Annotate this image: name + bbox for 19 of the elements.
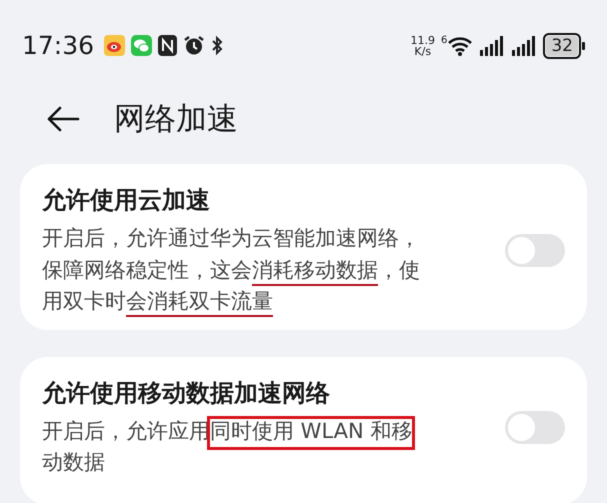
toggle-switch[interactable] xyxy=(505,411,565,444)
nfc-icon xyxy=(158,35,178,56)
battery-indicator: 32 xyxy=(543,32,581,58)
setting-title: 允许使用移动数据加速网络 xyxy=(42,378,331,408)
clock-time: 17:36 xyxy=(22,31,94,60)
battery-tip-icon xyxy=(582,42,585,50)
toggle-switch[interactable] xyxy=(505,234,565,268)
signal-icon xyxy=(479,36,506,56)
setting-description: 开启后，允许通过华为云智能加速网络，保障网络稳定性，这会消耗移动数据，使用双卡时会消耗双卡流量 xyxy=(42,223,426,318)
page-title: 网络加速 xyxy=(114,100,238,139)
network-speed: 11.9 K/s xyxy=(410,34,435,56)
setting-title: 允许使用云加速 xyxy=(42,185,211,216)
alarm-icon xyxy=(183,35,206,56)
bluetooth-icon xyxy=(211,35,224,56)
wifi-generation: 6 xyxy=(440,36,448,46)
chat-app-icon xyxy=(131,35,152,56)
signal-icon xyxy=(511,36,538,56)
wifi-icon xyxy=(447,36,474,56)
eye-app-icon xyxy=(104,35,126,56)
